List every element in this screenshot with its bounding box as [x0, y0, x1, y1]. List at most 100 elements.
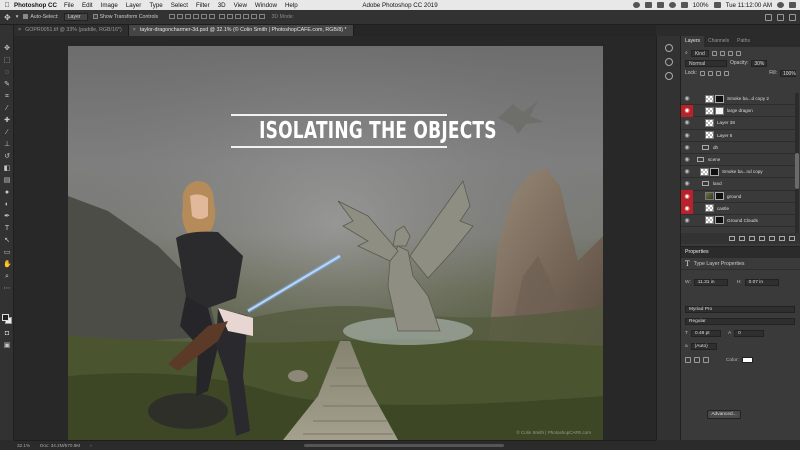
airplay-icon[interactable] [656, 2, 664, 8]
notification-icon[interactable] [789, 2, 796, 8]
folder-icon[interactable] [702, 181, 709, 187]
blur-icon[interactable]: ● [3, 189, 11, 197]
eye-icon[interactable]: ◉ [681, 178, 693, 190]
layer-name[interactable]: Smoke ba...nd copy [722, 169, 763, 174]
layer-row[interactable]: ◉ land [681, 178, 795, 191]
layer-style-icon[interactable] [739, 236, 745, 241]
layer-mask-thumbnail[interactable] [715, 216, 724, 225]
layer-name[interactable]: Smoke ba...d copy 2 [727, 96, 769, 101]
font-size-field[interactable]: 0.48 pt [690, 329, 721, 337]
clock[interactable]: Tue 11:12:00 AM [726, 2, 772, 9]
distribute-bottom-icon[interactable] [234, 13, 241, 19]
lasso-icon[interactable]: ◌ [3, 69, 11, 77]
layer-name[interactable]: scene [708, 157, 720, 162]
spotlight-icon[interactable] [777, 2, 784, 8]
type-tool-icon[interactable]: T [3, 225, 11, 233]
layer-name[interactable]: large dragon [727, 108, 753, 113]
font-family-dropdown[interactable]: Myriad Pro [685, 305, 795, 313]
layer-mask-thumbnail[interactable] [715, 94, 724, 103]
eye-icon[interactable]: ◉ [681, 104, 693, 117]
quick-mask-icon[interactable]: ◘ [3, 330, 11, 338]
foreground-color-swatch[interactable] [2, 314, 9, 321]
tab-layers[interactable]: Layers [681, 36, 705, 47]
edit-toolbar-icon[interactable]: ⋯ [3, 285, 11, 293]
layer-name[interactable]: ground [727, 194, 741, 199]
layer-mask-thumbnail[interactable] [710, 167, 719, 176]
height-field[interactable]: 0.07 in [744, 278, 779, 286]
layer-mask-thumbnail[interactable] [715, 192, 724, 201]
layer-row[interactable]: ◉ Layer 38 [681, 117, 795, 130]
align-vcenter-icon[interactable] [177, 13, 184, 19]
properties-title[interactable]: Properties [681, 247, 800, 258]
history-panel-icon[interactable] [665, 44, 673, 52]
search-icon[interactable] [765, 13, 772, 21]
trash-icon[interactable] [789, 236, 795, 241]
distribute-top-icon[interactable] [218, 13, 225, 19]
layer-row[interactable]: ◉ Layer 6 [681, 130, 795, 142]
new-group-icon[interactable] [769, 236, 775, 241]
move-tool-icon[interactable]: ✥ [4, 13, 11, 22]
lock-artboard-icon[interactable] [715, 70, 721, 76]
zoom-icon[interactable]: ⌕ [3, 273, 11, 281]
horizontal-scrollbar[interactable] [304, 444, 504, 447]
eye-icon[interactable]: ◉ [681, 117, 693, 129]
layer-name[interactable]: dh [713, 145, 718, 150]
menu-edit[interactable]: Edit [82, 2, 93, 9]
new-adjustment-icon[interactable] [759, 236, 765, 241]
menu-help[interactable]: Help [285, 2, 298, 9]
align-right-icon[interactable] [209, 13, 216, 19]
wifi-icon[interactable] [668, 2, 676, 8]
eye-icon[interactable]: ◉ [681, 129, 693, 141]
opacity-field[interactable]: 30% [751, 59, 768, 67]
layer-row[interactable]: ◉ large dragon [681, 104, 795, 118]
layers-scrollbar[interactable] [795, 93, 799, 241]
layer-row[interactable]: ◉ ground [681, 190, 795, 203]
menu-file[interactable]: File [64, 2, 74, 9]
align-left-text-icon[interactable] [685, 357, 691, 363]
advanced-button[interactable]: Advanced... [707, 410, 741, 419]
filter-kind-dropdown[interactable]: Kind [690, 49, 709, 57]
new-layer-icon[interactable] [779, 236, 785, 241]
eye-icon[interactable]: ◉ [681, 93, 693, 105]
layer-name[interactable]: Ground Clouds [727, 218, 758, 223]
eye-icon[interactable]: ◉ [681, 202, 693, 215]
layer-name[interactable]: Layer 38 [717, 120, 735, 125]
layer-thumbnail[interactable] [705, 192, 714, 201]
adjustments-panel-icon[interactable] [665, 58, 673, 66]
transform-controls-checkbox[interactable]: Show Transform Controls [92, 14, 158, 20]
lock-pixels-icon[interactable] [699, 70, 705, 76]
gradient-icon[interactable]: ▤ [3, 177, 11, 185]
tab-paths[interactable]: Paths [733, 36, 754, 47]
share-icon[interactable] [789, 13, 796, 21]
menu-image[interactable]: Image [101, 2, 118, 9]
menu-app-name[interactable]: Photoshop CC [14, 2, 57, 9]
eyedropper-icon[interactable]: ⁄ [3, 105, 11, 113]
layer-name[interactable]: land [713, 181, 722, 186]
filter-pixel-icon[interactable] [711, 50, 717, 56]
layer-thumbnail[interactable] [700, 167, 709, 176]
clone-stamp-icon[interactable]: ⊥ [3, 141, 11, 149]
layer-thumbnail[interactable] [705, 118, 714, 127]
tab-gopr0051[interactable]: × GOPR0051.tif @ 33% (paddle, RGB/16*) [14, 25, 129, 36]
battery-icon[interactable] [713, 2, 721, 8]
layer-row[interactable]: ◉ castle [681, 202, 795, 215]
blend-mode-dropdown[interactable]: Normal [685, 59, 727, 67]
screen-mode-icon[interactable]: ▣ [3, 342, 11, 350]
artwork-canvas[interactable]: ISOLATING THE OBJECTS © Colin Smith | Ph… [68, 46, 603, 440]
align-bottom-icon[interactable] [185, 13, 192, 19]
history-brush-icon[interactable]: ↺ [3, 153, 11, 161]
leading-field[interactable]: 0 [734, 329, 765, 337]
filter-shape-icon[interactable] [735, 50, 741, 56]
eye-icon[interactable]: ◉ [681, 214, 693, 226]
menu-window[interactable]: Window [255, 2, 277, 9]
anti-alias-dropdown[interactable]: (Auto) [690, 342, 717, 350]
layer-name[interactable]: castle [717, 206, 729, 211]
libraries-panel-icon[interactable] [665, 72, 673, 80]
pen-icon[interactable]: ✒ [3, 213, 11, 221]
marquee-icon[interactable]: ⬚ [3, 57, 11, 65]
align-left-icon[interactable] [193, 13, 200, 19]
align-top-icon[interactable] [169, 13, 176, 19]
layer-row[interactable]: ◉ Smoke ba...d copy 2 [681, 93, 795, 106]
distribute-vcenter-icon[interactable] [226, 13, 233, 19]
quick-select-icon[interactable]: ✎ [3, 81, 11, 89]
